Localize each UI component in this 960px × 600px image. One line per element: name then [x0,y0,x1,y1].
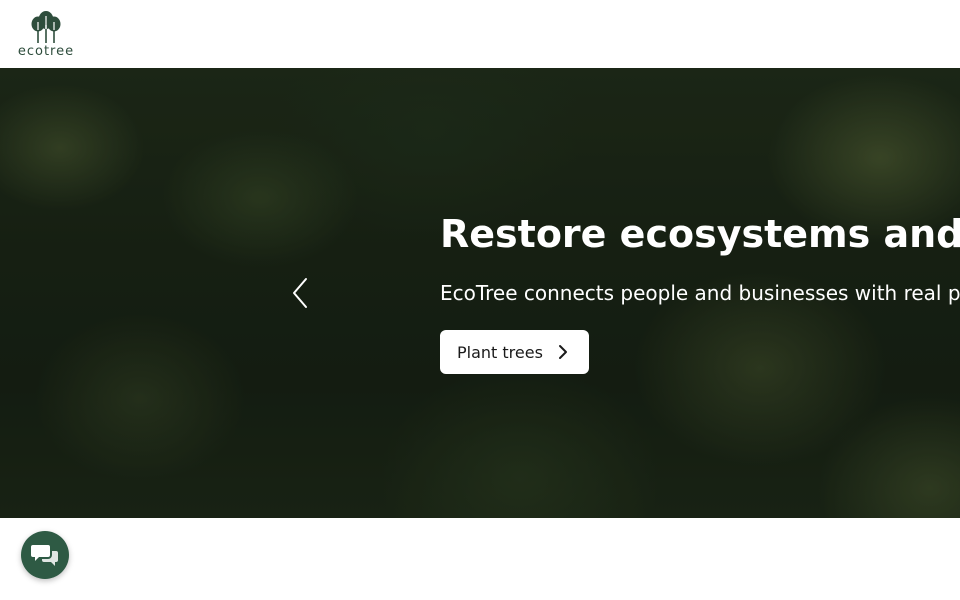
chat-bubbles-icon [31,545,58,566]
hero-content: Restore ecosystems and fi EcoTree connec… [440,208,960,374]
tree-logo-icon [31,11,61,43]
hero-title: Restore ecosystems and fi [440,212,960,256]
chevron-left-icon [293,278,307,308]
chat-button[interactable] [21,531,69,579]
carousel-prev-button[interactable] [288,276,312,310]
site-header: ecotree [0,0,960,68]
plant-trees-label: Plant trees [457,342,543,362]
hero-banner: Restore ecosystems and fi EcoTree connec… [0,68,960,518]
plant-trees-button[interactable]: Plant trees [440,330,589,374]
chevron-right-icon [559,345,567,359]
brand-name: ecotree [17,44,75,59]
ecotree-logo[interactable]: ecotree [14,10,78,60]
hero-subtitle: EcoTree connects people and businesses w… [440,281,960,305]
